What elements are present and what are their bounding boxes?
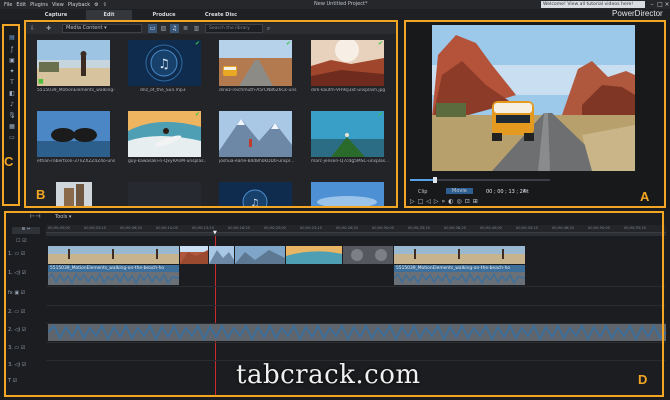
marker-d: D bbox=[638, 372, 648, 387]
marker-c: C bbox=[4, 154, 14, 169]
settings-icon[interactable]: ⚙ bbox=[94, 2, 98, 8]
minimize-icon[interactable]: – bbox=[648, 0, 656, 9]
menu-view[interactable]: View bbox=[52, 2, 64, 8]
tab-create-disc[interactable]: Create Disc bbox=[196, 10, 246, 20]
close-icon[interactable]: × bbox=[663, 0, 670, 9]
brand-logo: PowerDirector bbox=[612, 9, 663, 18]
menu-bar: File Edit Plugins View Playback ⚙ ⇪ New … bbox=[0, 0, 670, 9]
callout-frame-preview bbox=[404, 20, 666, 208]
tab-capture[interactable]: Capture bbox=[26, 10, 86, 20]
project-title: New Untitled Project* bbox=[314, 1, 368, 7]
callout-frame-library bbox=[24, 20, 398, 208]
upload-icon[interactable]: ⇪ bbox=[103, 2, 107, 8]
callout-frame-rooms bbox=[2, 24, 20, 206]
welcome-banner[interactable]: Welcome! View all tutorial videos here! bbox=[541, 1, 645, 8]
marker-a: A bbox=[640, 189, 650, 204]
watermark-text: tabcrack.com bbox=[236, 360, 421, 390]
tab-produce[interactable]: Produce bbox=[132, 10, 196, 20]
menu-file[interactable]: File bbox=[4, 2, 12, 8]
menu-edit[interactable]: Edit bbox=[16, 2, 26, 8]
tab-edit[interactable]: Edit bbox=[86, 10, 132, 20]
menu-playback[interactable]: Playback bbox=[68, 2, 90, 8]
marker-b: B bbox=[36, 187, 46, 202]
menu-plugins[interactable]: Plugins bbox=[30, 2, 48, 8]
